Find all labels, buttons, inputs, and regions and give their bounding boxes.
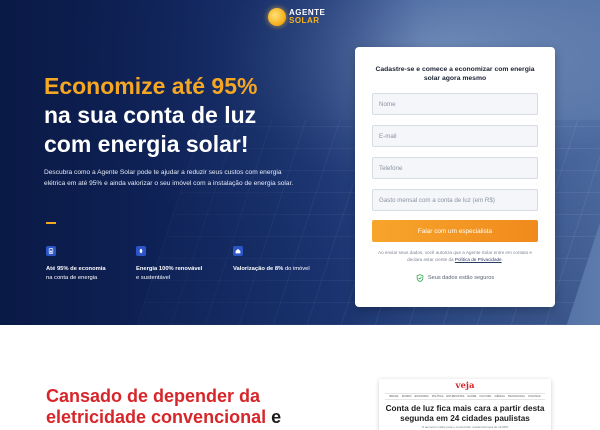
headline-line2: na sua conta de luz (44, 102, 257, 128)
battery-icon (46, 246, 56, 256)
brand-logo[interactable]: Agente Solar (268, 8, 325, 26)
name-field[interactable] (372, 93, 538, 115)
shield-check-icon (416, 274, 424, 282)
headline-accent: Economize até 95% (44, 73, 258, 99)
news-headline: Conta de luz fica mais cara a partir des… (385, 404, 545, 423)
hero-headline: Economize até 95% na sua conta de luz co… (44, 72, 344, 159)
leaf-icon (136, 246, 146, 256)
section-title-line1: Cansado de depender da (46, 386, 261, 406)
phone-field[interactable] (372, 157, 538, 179)
feature-valuation: Valorização de 8% do imóvel (233, 246, 318, 274)
accent-dash (46, 222, 56, 224)
news-nav: Brasil Mundo Economia Política Entrevist… (385, 393, 545, 400)
monthly-spend-field[interactable] (372, 189, 538, 211)
section-title: Cansado de depender da eletricidade conv… (46, 386, 366, 428)
feature-renewable: Energia 100% renovável e sustentável (136, 246, 221, 283)
secure-text: Seus dados estão seguros (427, 275, 495, 281)
house-icon (233, 246, 243, 256)
news-subline: O aumento médio para o consumidor reside… (421, 425, 509, 429)
privacy-policy-link[interactable]: Política de Privacidade (455, 257, 502, 262)
section-title-line2-dark: e (266, 407, 282, 427)
section-title-line2-red: eletricidade convencional (46, 407, 267, 427)
feature-savings: Até 95% de economia na conta de energia (46, 246, 131, 283)
hero-section: Agente Solar Economize até 95% na sua co… (0, 0, 600, 325)
news-clipping: veja Brasil Mundo Economia Política Entr… (379, 379, 551, 430)
news-masthead: veja (455, 381, 475, 391)
consent-text: Ao enviar seus dados, você autoriza que … (378, 250, 532, 262)
headline-line3: com energia solar! (44, 131, 249, 157)
hero-lead: Descubra como a Agente Solar pode te aju… (44, 169, 294, 187)
lead-form-card: Cadastre-se e comece a economizar com en… (355, 47, 555, 307)
sun-icon (268, 8, 286, 26)
brand-name-line2: Solar (289, 16, 320, 25)
form-title: Cadastre-se e comece a economizar com en… (375, 66, 535, 82)
secure-data-badge: Seus dados estão seguros (372, 274, 538, 282)
email-field[interactable] (372, 125, 538, 147)
talk-to-specialist-button[interactable]: Falar com um especialista (372, 220, 538, 242)
